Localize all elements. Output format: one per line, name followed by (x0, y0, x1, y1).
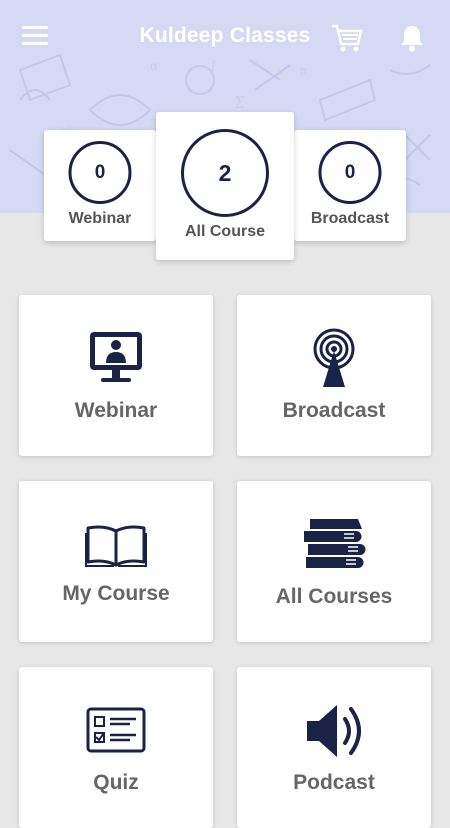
broadcast-count: 0 (318, 141, 382, 204)
bell-icon[interactable] (399, 24, 425, 52)
stat-card-webinar[interactable]: 0 Webinar (44, 130, 156, 241)
broadcast-antenna-icon (313, 328, 355, 387)
tile-my-course[interactable]: My Course (19, 481, 213, 642)
tile-broadcast[interactable]: Broadcast (237, 295, 431, 456)
top-app-bar: Kuldeep Classes (0, 0, 450, 76)
tile-webinar[interactable]: Webinar (19, 295, 213, 456)
book-stack-icon (304, 519, 366, 568)
tile-label: My Course (62, 582, 170, 605)
cart-icon[interactable] (330, 22, 364, 54)
webinar-count: 0 (68, 141, 132, 204)
tile-label: Broadcast (282, 399, 386, 422)
stat-card-all-course[interactable]: 2 All Course (156, 112, 294, 260)
open-book-icon (85, 525, 147, 567)
tile-label: Webinar (74, 399, 158, 422)
tile-label: Quiz (93, 771, 139, 794)
all-course-count: 2 (181, 129, 269, 217)
speaker-icon (307, 705, 361, 757)
tile-label: Podcast (293, 771, 375, 794)
svg-text:∑: ∑ (235, 94, 245, 109)
tile-quiz[interactable]: Quiz (19, 667, 213, 828)
webinar-stat-label: Webinar (68, 210, 132, 227)
app-title: Kuldeep Classes (139, 24, 311, 47)
tile-all-courses[interactable]: All Courses (237, 481, 431, 642)
tile-label: All Courses (275, 585, 393, 608)
stat-card-broadcast[interactable]: 0 Broadcast (294, 130, 406, 241)
all-course-stat-label: All Course (184, 223, 265, 240)
quiz-checklist-icon (86, 707, 146, 753)
tile-podcast[interactable]: Podcast (237, 667, 431, 828)
broadcast-stat-label: Broadcast (310, 210, 390, 227)
webinar-monitor-icon (90, 332, 142, 382)
